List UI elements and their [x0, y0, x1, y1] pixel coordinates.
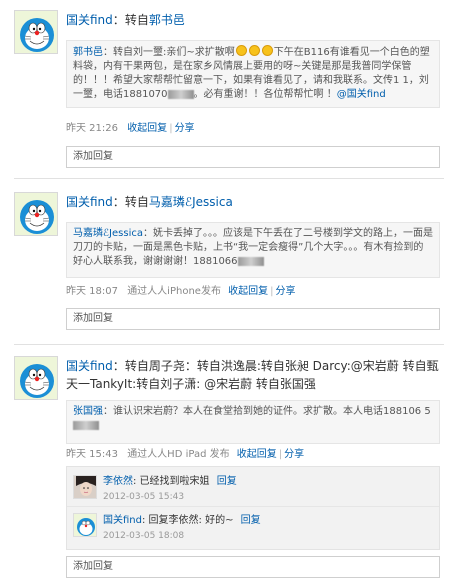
- post-headline: 国关find：转自马嘉璘ℰJessica: [66, 195, 233, 209]
- comment-author-link[interactable]: 李依然: [103, 476, 133, 487]
- quoted-author-link[interactable]: 张国强: [73, 406, 103, 417]
- post-meta: 昨天 21:26 收起回复 | 分享: [66, 122, 195, 136]
- post-source: 通过人人iPhone发布: [127, 286, 221, 297]
- avatar[interactable]: [73, 475, 97, 499]
- quoted-post: 郭书邑：转自刘一璽:亲们~求扩散啊 下午在B116有谁看见一个白色的塑料袋，内有干…: [66, 40, 440, 108]
- avatar[interactable]: [14, 192, 58, 236]
- comment-item: 李依然: 已经找到啦宋姐 回复 2012-03-05 15:43: [67, 471, 439, 507]
- quoted-author-link[interactable]: 马嘉璘ℰJessica: [73, 228, 143, 239]
- post-meta: 昨天 18:07 通过人人iPhone发布 收起回复 | 分享: [66, 285, 296, 299]
- feed-item: 国关find：转自郭书邑 郭书邑：转自刘一璽:亲们~求扩散啊 下午在B116有谁看…: [0, 0, 452, 180]
- share-link[interactable]: 分享: [276, 286, 296, 297]
- separator: |: [169, 123, 173, 134]
- author-link[interactable]: 国关find: [66, 359, 113, 373]
- doraemon-avatar-icon: [74, 514, 96, 536]
- collapse-replies-link[interactable]: 收起回复: [228, 286, 268, 297]
- quoted-post: 马嘉璘ℰJessica：妩卡丢掉了。。。应该是下午丢在了二号楼到学文的路上，一面…: [66, 222, 440, 278]
- source-user-link[interactable]: 郭书邑: [149, 13, 185, 27]
- mention-link[interactable]: @国关find: [337, 89, 386, 100]
- post-meta: 昨天 15:43 通过人人HD iPad 发布 收起回复 | 分享: [66, 448, 304, 462]
- divider: [14, 178, 444, 179]
- add-reply-input[interactable]: 添加回复: [66, 146, 440, 168]
- add-reply-input[interactable]: 添加回复: [66, 556, 440, 578]
- user-photo-icon: [74, 476, 96, 498]
- author-link[interactable]: 国关find: [66, 195, 113, 209]
- redacted-number: ••••: [237, 256, 264, 266]
- post-headline: 国关find：转自郭书邑: [66, 13, 185, 27]
- comment-list: 李依然: 已经找到啦宋姐 回复 2012-03-05 15:43 国关find:…: [66, 466, 440, 550]
- avatar[interactable]: [14, 10, 58, 54]
- emoji-icon: [261, 45, 273, 56]
- doraemon-avatar-icon: [15, 11, 57, 53]
- post-time: 昨天 18:07: [66, 286, 118, 297]
- comment-author-link[interactable]: 国关find: [103, 515, 142, 526]
- comment-text: 国关find: 回复李依然: 好的~ 回复: [103, 515, 261, 526]
- quoted-post: 张国强：谁认识宋岩蔚？本人在食堂拾到她的证件。求扩散。本人电话188106 5•…: [66, 400, 440, 444]
- redacted-number: ••••: [73, 420, 99, 430]
- emoji-icon: [248, 45, 260, 56]
- doraemon-avatar-icon: [15, 357, 57, 399]
- feed-item: 国关find：转自周子尧：转自洪逸晨:转自张昶 Darcy:@宋岩蔚 转自甄 天…: [0, 346, 452, 580]
- author-link[interactable]: 国关find: [66, 13, 113, 27]
- separator: |: [278, 449, 283, 460]
- avatar[interactable]: [73, 513, 97, 537]
- comment-time: 2012-03-05 15:43: [103, 492, 185, 502]
- avatar[interactable]: [14, 356, 58, 400]
- comment-item: 国关find: 回复李依然: 好的~ 回复 2012-03-05 18:08: [67, 511, 439, 547]
- doraemon-avatar-icon: [15, 193, 57, 235]
- comment-text: 李依然: 已经找到啦宋姐 回复: [103, 476, 237, 487]
- divider: [14, 344, 444, 345]
- quoted-author-link[interactable]: 郭书邑: [73, 47, 103, 58]
- feed-item: 国关find：转自马嘉璘ℰJessica 马嘉璘ℰJessica：妩卡丢掉了。。…: [0, 180, 452, 346]
- separator: |: [270, 286, 274, 297]
- post-time: 昨天 15:43: [66, 449, 118, 460]
- repost-chain[interactable]: 转自周子尧：转自洪逸晨:转自张昶 Darcy:@宋岩蔚 转自甄: [125, 359, 439, 373]
- reply-link[interactable]: 回复: [241, 515, 261, 526]
- redacted-number: ••••: [167, 89, 194, 99]
- add-reply-input[interactable]: 添加回复: [66, 308, 440, 330]
- share-link[interactable]: 分享: [284, 449, 304, 460]
- post-source: 通过人人HD iPad 发布: [127, 449, 230, 460]
- repost-chain[interactable]: 天一TankyIt:转自刘子潇: @宋岩蔚 转自张国强: [66, 377, 316, 391]
- share-link[interactable]: 分享: [175, 123, 195, 134]
- emoji-icon: [235, 45, 247, 56]
- collapse-replies-link[interactable]: 收起回复: [237, 449, 277, 460]
- reply-link[interactable]: 回复: [217, 476, 237, 487]
- collapse-replies-link[interactable]: 收起回复: [127, 123, 167, 134]
- post-headline: 国关find：转自周子尧：转自洪逸晨:转自张昶 Darcy:@宋岩蔚 转自甄 天…: [66, 359, 439, 391]
- post-time: 昨天 21:26: [66, 123, 118, 134]
- source-user-link[interactable]: 马嘉璘ℰJessica: [149, 195, 233, 209]
- comment-time: 2012-03-05 18:08: [103, 531, 185, 541]
